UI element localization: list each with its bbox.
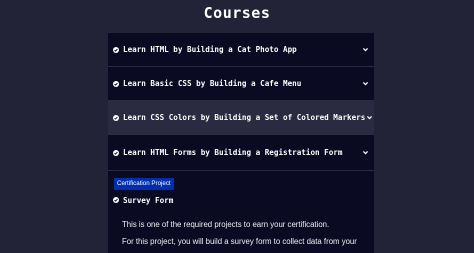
course-list: Learn HTML by Building a Cat Photo App L… <box>108 33 374 253</box>
chevron-down-icon[interactable] <box>365 114 373 122</box>
course-label: Learn CSS Colors by Building a Set of Co… <box>123 113 366 122</box>
chevron-down-icon[interactable] <box>361 149 369 157</box>
certification-badge: Certification Project <box>114 178 174 190</box>
course-item-colored-markers[interactable]: Learn CSS Colors by Building a Set of Co… <box>108 101 374 135</box>
check-circle-icon <box>113 114 119 121</box>
course-item-cafe-menu[interactable]: Learn Basic CSS by Building a Cafe Menu <box>108 67 374 101</box>
check-circle-icon <box>113 80 119 87</box>
course-item-registration-form[interactable]: Learn HTML Forms by Building a Registrat… <box>108 135 374 171</box>
course-label: Learn HTML by Building a Cat Photo App <box>123 45 297 54</box>
project-title: Survey Form <box>123 195 174 205</box>
chevron-down-icon[interactable] <box>361 46 369 54</box>
project-description: This is one of the required projects to … <box>122 220 330 229</box>
course-item-cat-photo-app[interactable]: Learn HTML by Building a Cat Photo App <box>108 33 374 67</box>
chevron-down-icon[interactable] <box>361 80 369 88</box>
check-circle-icon <box>113 46 119 53</box>
check-circle-icon <box>113 197 119 203</box>
project-description: For this project, you will build a surve… <box>122 237 357 246</box>
project-item-survey-form[interactable]: Survey Form <box>108 193 374 207</box>
course-label: Learn Basic CSS by Building a Cafe Menu <box>123 79 302 88</box>
page-title: Courses <box>203 4 271 22</box>
course-label: Learn HTML Forms by Building a Registrat… <box>123 148 343 157</box>
check-circle-icon <box>113 149 119 156</box>
